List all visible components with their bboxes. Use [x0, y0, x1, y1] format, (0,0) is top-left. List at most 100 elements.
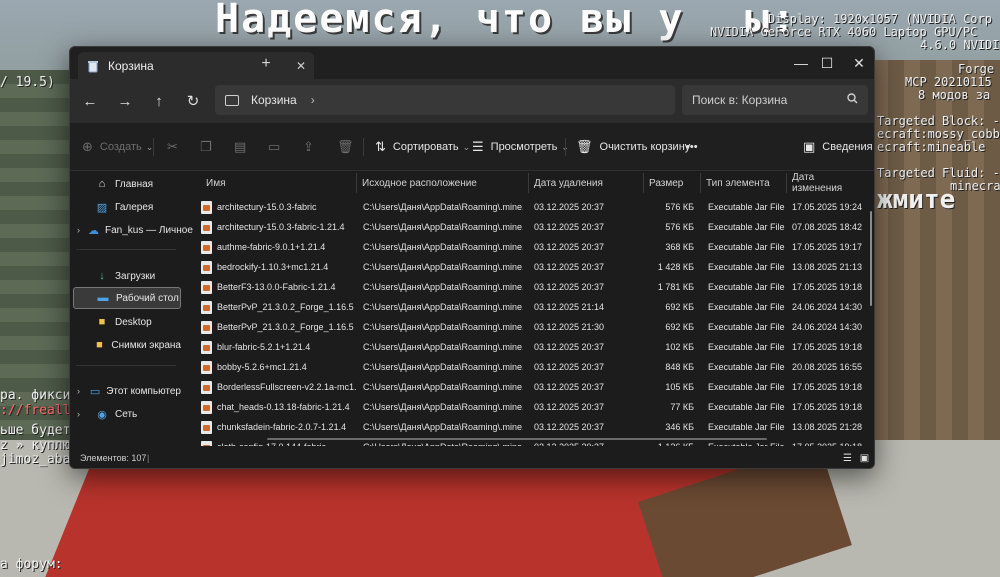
cell-date-modified: 20.08.2025 16:55	[792, 357, 864, 377]
forward-button[interactable]: →	[111, 87, 139, 115]
view-button[interactable]: ☰ Просмотреть ⌄	[472, 123, 569, 171]
cell-date-deleted: 03.12.2025 20:37	[534, 357, 634, 377]
create-button[interactable]: ⊕ Создать ⌄	[82, 123, 153, 171]
cell-text: BetterPvP_21.3.0.2_Forge_1.16.5	[217, 322, 354, 332]
table-row[interactable]: BetterPvP_21.3.0.2_Forge_1.16.5 C:\Users\…	[187, 317, 862, 337]
details-view-button[interactable]: ☰	[840, 451, 855, 466]
table-row[interactable]: architectury-15.0.3-fabric C:\Users\Даня\…	[187, 197, 862, 217]
paste-button[interactable]: ▤	[234, 123, 253, 171]
tiles-view-button[interactable]: ▣	[857, 451, 872, 466]
vertical-scrollbar[interactable]	[870, 211, 872, 306]
table-row[interactable]: architectury-15.0.3-fabric-1.21.4 C:\User…	[187, 217, 862, 237]
cell-item-type: Executable Jar File	[708, 237, 788, 257]
table-row[interactable]: bobby-5.2.6+mc1.21.4 C:\Users\Даня\AppDat…	[187, 357, 862, 377]
cell-text: C:\Users\Даня\AppData\Roaming\.mine...	[363, 382, 523, 392]
delete-button[interactable]: 🗑	[337, 123, 361, 171]
sidebar-item-screenshots[interactable]: ■ Снимки экрана	[73, 334, 181, 356]
horizontal-scrollbar[interactable]	[267, 438, 767, 440]
column-header-item-type[interactable]: Тип элемента	[701, 171, 786, 195]
cell-text: 576 КБ	[665, 202, 694, 212]
cell-text: Executable Jar File	[708, 302, 785, 312]
cell-original-location: C:\Users\Даня\AppData\Roaming\.mine...	[363, 277, 523, 297]
sort-button[interactable]: ⇅ Сортировать ⌄	[375, 123, 470, 171]
tab-recycle-bin[interactable]: Корзина ✕	[78, 52, 314, 80]
cell-text: 03.12.2025 20:37	[534, 402, 605, 412]
chevron-right-icon[interactable]: ›	[77, 386, 82, 396]
jar-file-icon	[201, 240, 212, 254]
cell-text: 24.06.2024 14:30	[792, 302, 863, 312]
table-row[interactable]: chunksfadein-fabric-2.0.7-1.21.4 C:\Users…	[187, 417, 862, 437]
sidebar-item-downloads[interactable]: ↓ Загрузки	[73, 265, 181, 287]
table-row[interactable]: authme-fabric-9.0.1+1.21.4 C:\Users\Даня\…	[187, 237, 862, 257]
recycle-bin-icon: 🗑	[576, 139, 593, 154]
hud-line: Targeted Block: -	[877, 114, 1000, 128]
column-header-date-modified[interactable]: Дата изменения	[787, 171, 867, 195]
address-field[interactable]: Корзина ›	[215, 85, 675, 115]
hud-line: Targeted Fluid: -	[877, 166, 1000, 180]
table-row[interactable]: blur-fabric-5.2.1+1.21.4 C:\Users\Даня\Ap…	[187, 337, 862, 357]
cell-text: Executable Jar File	[708, 402, 785, 412]
jar-file-icon	[201, 380, 212, 394]
share-button[interactable]: ⇪	[303, 123, 321, 171]
cell-size: 692 КБ	[644, 317, 694, 337]
breadcrumb-segment[interactable]: Корзина	[251, 93, 297, 107]
sidebar-item-network[interactable]: › ◉ Сеть	[73, 403, 181, 425]
toolbar-divider	[153, 138, 154, 156]
column-header-size[interactable]: Размер	[644, 171, 699, 195]
sidebar-item-this-pc[interactable]: › ▭ Этот компьютер	[73, 380, 181, 402]
cut-button[interactable]: ✂	[167, 123, 185, 171]
cell-size: 1 428 КБ	[644, 257, 694, 277]
jar-file-icon	[201, 220, 212, 234]
copy-button[interactable]: ❐	[200, 123, 219, 171]
up-button[interactable]: ↑	[145, 87, 173, 115]
table-row[interactable]: chat_heads-0.13.18-fabric-1.21.4 C:\Users…	[187, 397, 862, 417]
sidebar-item-desktop[interactable]: ■ Desktop	[73, 311, 181, 333]
new-tab-button[interactable]: +	[256, 55, 276, 73]
sidebar-item-desktop-ru[interactable]: ▬ Рабочий стол	[73, 287, 181, 309]
column-header-original-location[interactable]: Исходное расположение	[357, 171, 527, 195]
cell-text: C:\Users\Даня\AppData\Roaming\.mine...	[363, 342, 523, 352]
table-row[interactable]: BorderlessFullscreen-v2.2.1a-mc1.2... C:\…	[187, 377, 862, 397]
chevron-right-icon[interactable]: ›	[311, 93, 315, 107]
cell-text: 1 428 КБ	[657, 262, 694, 272]
cell-size: 576 КБ	[644, 197, 694, 217]
cell-size: 105 КБ	[644, 377, 694, 397]
table-row[interactable]: bedrockify-1.10.3+mc1.21.4 C:\Users\Даня\…	[187, 257, 862, 277]
sidebar-item-label: Fan_kus — Личное	[105, 224, 193, 236]
chevron-right-icon[interactable]: ›	[77, 409, 87, 419]
cell-name: chunksfadein-fabric-2.0.7-1.21.4	[201, 417, 356, 437]
close-button[interactable]: ✕	[836, 47, 874, 79]
cell-text: Executable Jar File	[708, 322, 785, 332]
cell-text: C:\Users\Даня\AppData\Roaming\.mine...	[363, 302, 523, 312]
sidebar-item-label: Снимки экрана	[111, 339, 181, 351]
cell-date-modified: 17.05.2025 19:17	[792, 237, 864, 257]
cell-text: 77 КБ	[670, 402, 694, 412]
table-row[interactable]: BetterPvP_21.3.0.2_Forge_1.16.5 C:\Users\…	[187, 297, 862, 317]
rename-button[interactable]: ▭	[268, 123, 287, 171]
sidebar-item-onedrive[interactable]: › ☁ Fan_kus — Личное	[73, 219, 193, 241]
status-bar: Элементов: 107 | ☰ ▣	[70, 448, 874, 468]
sidebar-item-home[interactable]: ⌂ Главная	[73, 173, 181, 195]
cell-original-location: C:\Users\Даня\AppData\Roaming\.mine...	[363, 357, 523, 377]
cell-text: chat_heads-0.13.18-fabric-1.21.4	[217, 402, 350, 412]
cell-original-location: C:\Users\Даня\AppData\Roaming\.mine...	[363, 377, 523, 397]
search-input[interactable]: Поиск в: Корзина	[682, 85, 868, 115]
column-header-name[interactable]: Имя	[201, 171, 361, 195]
more-options-button[interactable]: •••	[686, 123, 698, 171]
game-title-text: Надеемся, что вы у	[215, 0, 685, 42]
chevron-right-icon[interactable]: ›	[77, 225, 80, 235]
details-pane-button[interactable]: ▣ Сведения	[803, 123, 873, 171]
cell-date-modified: 17.05.2025 19:18	[792, 277, 864, 297]
cell-item-type: Executable Jar File	[708, 377, 788, 397]
cell-text: Executable Jar File	[708, 362, 785, 372]
empty-recycle-bin-button[interactable]: 🗑 Очистить корзину	[576, 123, 690, 171]
refresh-button[interactable]: ↻	[179, 87, 207, 115]
table-row[interactable]: BetterF3-13.0.0-Fabric-1.21.4 C:\Users\Да…	[187, 277, 862, 297]
cell-text: C:\Users\Даня\AppData\Roaming\.mine...	[363, 442, 523, 446]
tab-close-icon[interactable]: ✕	[296, 59, 306, 73]
column-header-date-deleted[interactable]: Дата удаления	[529, 171, 641, 195]
cell-original-location: C:\Users\Даня\AppData\Roaming\.mine...	[363, 237, 523, 257]
cell-date-deleted: 03.12.2025 20:37	[534, 237, 634, 257]
sidebar-item-gallery[interactable]: ▨ Галерея	[73, 196, 181, 218]
back-button[interactable]: ←	[76, 87, 104, 115]
